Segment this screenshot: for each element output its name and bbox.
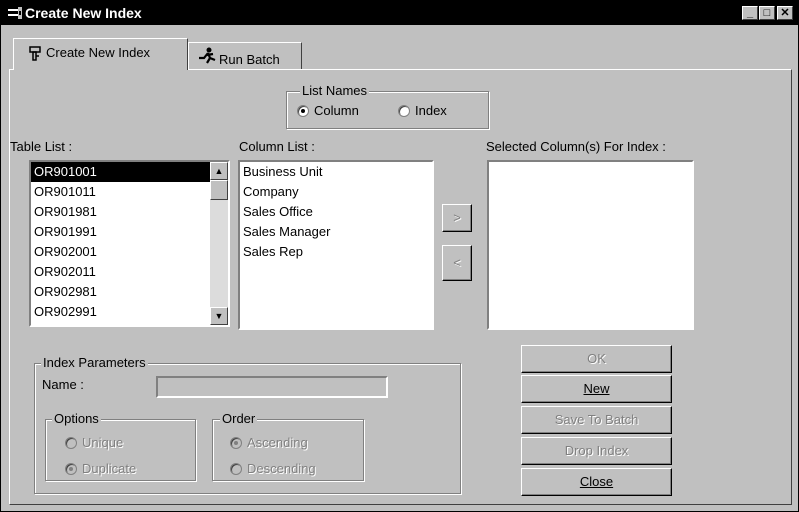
list-names-index-radio[interactable]: Index bbox=[398, 103, 447, 118]
list-names-legend: List Names bbox=[300, 83, 370, 98]
selected-columns-list[interactable] bbox=[487, 160, 694, 330]
radio-indicator bbox=[297, 105, 309, 117]
tab-run-batch[interactable]: Run Batch bbox=[188, 42, 302, 70]
list-item[interactable]: OR901991 bbox=[31, 222, 210, 242]
list-item[interactable]: Business Unit bbox=[240, 162, 432, 182]
options-legend: Options bbox=[52, 411, 101, 426]
radio-label: Duplicate bbox=[82, 461, 137, 476]
tab-run-batch-label: Run Batch bbox=[219, 52, 280, 67]
scroll-thumb[interactable] bbox=[210, 180, 228, 200]
list-item[interactable]: OR901981 bbox=[31, 202, 210, 222]
list-names-column-radio[interactable]: Column bbox=[297, 103, 359, 118]
new-button-label: New bbox=[583, 381, 610, 396]
index-name-field[interactable] bbox=[156, 376, 388, 398]
radio-indicator bbox=[65, 437, 77, 449]
index-parameters-legend: Index Parameters bbox=[41, 355, 148, 370]
close-button[interactable]: Close bbox=[521, 468, 672, 496]
list-item[interactable]: OR902011 bbox=[31, 262, 210, 282]
save-to-batch-button[interactable]: Save To Batch bbox=[521, 406, 672, 434]
new-button[interactable]: New bbox=[521, 375, 672, 403]
tab-create-new-index-label: Create New Index bbox=[46, 45, 151, 60]
window-title: Create New Index bbox=[25, 5, 142, 21]
radio-indicator bbox=[230, 463, 242, 475]
create-new-index-window: Create New Index _ □ ✕ Create New Index … bbox=[0, 0, 799, 512]
list-item[interactable]: OR901011 bbox=[31, 182, 210, 202]
add-column-button[interactable]: > bbox=[442, 204, 472, 232]
list-item[interactable]: Sales Manager bbox=[240, 222, 432, 242]
ascending-radio[interactable]: Ascending bbox=[230, 435, 308, 450]
radio-indicator bbox=[230, 437, 242, 449]
unique-radio[interactable]: Unique bbox=[65, 435, 123, 450]
list-item[interactable]: Sales Office bbox=[240, 202, 432, 222]
list-item[interactable]: Company bbox=[240, 182, 432, 202]
selected-columns-label: Selected Column(s) For Index : bbox=[486, 139, 666, 154]
minimize-button[interactable]: _ bbox=[742, 6, 758, 20]
close-window-button[interactable]: ✕ bbox=[777, 6, 793, 20]
column-list[interactable]: Business Unit Company Sales Office Sales… bbox=[238, 160, 434, 330]
table-list-label: Table List : bbox=[10, 139, 73, 154]
close-button-label: Close bbox=[579, 474, 614, 489]
list-item[interactable]: Sales Rep bbox=[240, 242, 432, 262]
table-list[interactable]: OR901001 OR901011 OR901981 OR901991 OR90… bbox=[29, 160, 230, 327]
radio-indicator bbox=[398, 105, 410, 117]
radio-indicator bbox=[65, 463, 77, 475]
scroll-up-icon[interactable]: ▲ bbox=[210, 162, 228, 180]
table-list-scrollbar[interactable]: ▲ ▼ bbox=[210, 162, 228, 325]
title-bar[interactable]: Create New Index _ □ ✕ bbox=[1, 1, 798, 25]
index-icon bbox=[29, 46, 41, 61]
list-item[interactable]: OR902991 bbox=[31, 302, 210, 322]
drop-index-button[interactable]: Drop Index bbox=[521, 437, 672, 465]
order-legend: Order bbox=[220, 411, 258, 426]
radio-label: Descending bbox=[247, 461, 316, 476]
list-item[interactable]: OR901001 bbox=[31, 162, 210, 182]
duplicate-radio[interactable]: Duplicate bbox=[65, 461, 136, 476]
radio-label: Index bbox=[415, 103, 447, 118]
remove-column-button[interactable]: < bbox=[442, 245, 472, 281]
runner-icon bbox=[199, 47, 216, 64]
tab-panel: List Names Column Index Table List : OR9… bbox=[9, 69, 792, 505]
tab-create-new-index[interactable]: Create New Index bbox=[13, 38, 188, 70]
radio-label: Unique bbox=[82, 435, 124, 450]
scroll-down-icon[interactable]: ▼ bbox=[210, 307, 228, 325]
maximize-button[interactable]: □ bbox=[759, 6, 775, 20]
list-item[interactable]: OR902001 bbox=[31, 242, 210, 262]
radio-label: Column bbox=[314, 103, 359, 118]
column-list-label: Column List : bbox=[239, 139, 315, 154]
list-item[interactable]: OR902981 bbox=[31, 282, 210, 302]
descending-radio[interactable]: Descending bbox=[230, 461, 316, 476]
ok-button[interactable]: OK bbox=[521, 345, 672, 373]
radio-label: Ascending bbox=[247, 435, 308, 450]
name-label: Name : bbox=[42, 377, 84, 392]
app-icon bbox=[8, 7, 22, 19]
